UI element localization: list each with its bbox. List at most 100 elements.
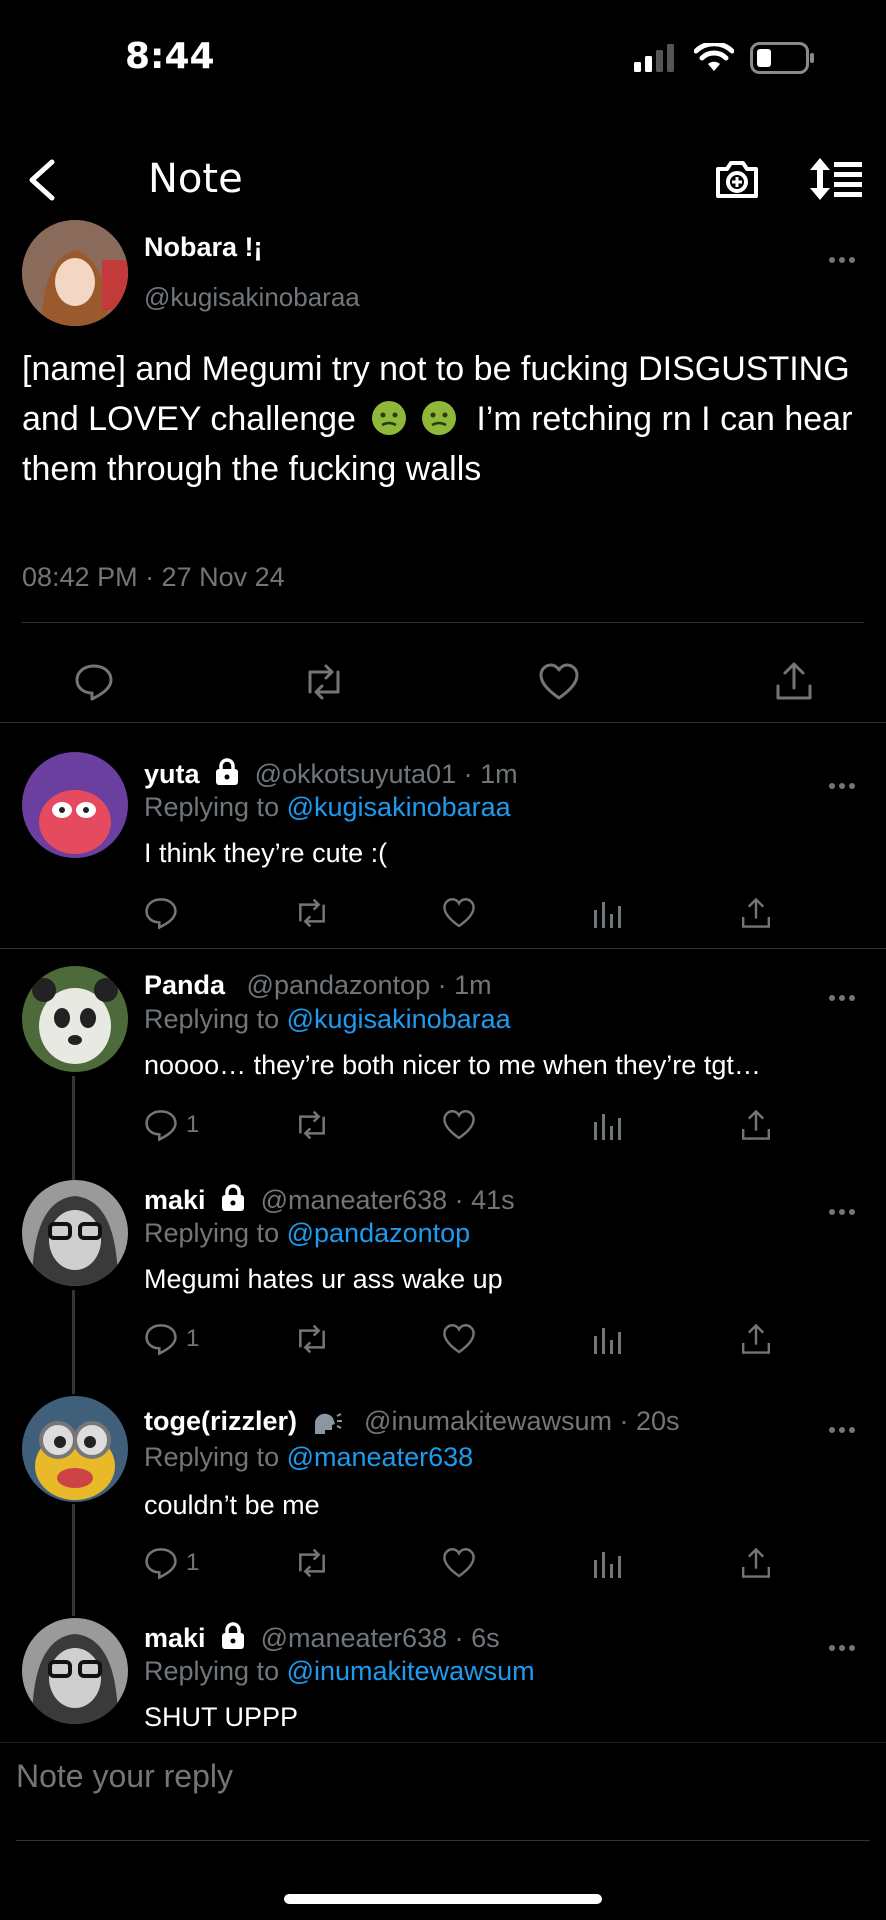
replying-to: Replying to @pandazontop	[144, 1218, 470, 1249]
share-button[interactable]	[740, 1108, 772, 1142]
avatar[interactable]	[22, 1396, 128, 1502]
heart-icon	[443, 1324, 475, 1354]
sort-replies-button[interactable]	[808, 154, 864, 209]
repost-icon	[299, 898, 325, 928]
reply-header: toge(rizzler) @inumakitewawsum · 20s	[144, 1406, 680, 1437]
share-button[interactable]	[740, 1322, 772, 1356]
like-button[interactable]	[442, 896, 476, 930]
more-options-button[interactable]	[828, 766, 856, 797]
more-options-button[interactable]	[828, 978, 856, 1009]
reply-text: noooo… they’re both nicer to me when the…	[144, 1050, 761, 1080]
reply-button[interactable]: 1	[144, 1546, 199, 1580]
bar-chart-icon	[594, 1328, 621, 1354]
reply-text: I think they’re cute :(	[144, 838, 388, 868]
avatar[interactable]	[22, 1618, 128, 1724]
more-icon	[829, 1209, 855, 1215]
repost-button[interactable]	[292, 1546, 332, 1580]
like-button[interactable]	[442, 1108, 476, 1142]
repost-button[interactable]	[292, 1108, 332, 1142]
more-options-button[interactable]	[828, 240, 856, 271]
divider	[0, 722, 886, 723]
status-time: 8:44	[125, 36, 215, 77]
lock-icon	[222, 1622, 245, 1649]
repost-button[interactable]	[292, 896, 332, 930]
repost-button[interactable]	[292, 1322, 332, 1356]
reply-button[interactable]: 1	[144, 1108, 199, 1142]
more-options-button[interactable]	[828, 1410, 856, 1441]
reply-author-name[interactable]: yuta	[144, 759, 200, 789]
replying-to-label: Replying to	[144, 1656, 280, 1686]
page-title: Note	[148, 156, 243, 202]
reply-author-handle[interactable]: @inumakitewawsum · 20s	[364, 1406, 680, 1436]
repost-button[interactable]	[300, 662, 348, 702]
reply-button[interactable]	[74, 662, 114, 702]
views-button[interactable]	[592, 1546, 622, 1580]
more-options-button[interactable]	[828, 1192, 856, 1223]
heart-icon	[443, 898, 475, 928]
reply-header: maki @maneater638 · 6s	[144, 1622, 500, 1654]
author-handle[interactable]: @kugisakinobaraa	[144, 282, 360, 313]
author-name[interactable]: Nobara !¡	[144, 232, 263, 263]
more-options-button[interactable]	[828, 1628, 856, 1659]
replying-to-link[interactable]: @maneater638	[287, 1442, 474, 1472]
avatar[interactable]	[22, 220, 128, 326]
bar-chart-icon	[594, 902, 621, 928]
lock-icon	[216, 758, 239, 785]
more-icon	[829, 1427, 855, 1433]
replying-to-label: Replying to	[144, 1442, 280, 1472]
more-icon	[829, 257, 855, 263]
reply-author-name[interactable]: maki	[144, 1623, 206, 1653]
reply-author-handle[interactable]: @maneater638 · 41s	[261, 1185, 515, 1215]
reply-input[interactable]	[16, 1758, 856, 1795]
heart-icon	[443, 1110, 475, 1140]
reply-author-handle[interactable]: @okkotsuyuta01 · 1m	[255, 759, 518, 789]
share-button[interactable]	[774, 660, 814, 702]
thread-line	[72, 1076, 75, 1180]
replying-to-link[interactable]: @inumakitewawsum	[287, 1656, 535, 1686]
views-button[interactable]	[592, 1322, 622, 1356]
post-text: [name] and Megumi try not to be fucking …	[22, 344, 872, 494]
reply-count: 1	[186, 1111, 200, 1138]
nav-bar: Note	[0, 140, 886, 220]
reply-text: SHUT UPPP	[144, 1702, 299, 1732]
post-timestamp: 08:42 PM · 27 Nov 24	[22, 562, 285, 592]
share-button[interactable]	[740, 1546, 772, 1580]
replying-to-link[interactable]: @kugisakinobaraa	[287, 792, 511, 822]
reply-author-handle[interactable]: @pandazontop · 1m	[247, 970, 492, 1000]
reply-button[interactable]	[144, 896, 186, 930]
repost-icon	[299, 1324, 325, 1354]
back-button[interactable]	[22, 152, 70, 208]
like-button[interactable]	[442, 1322, 476, 1356]
divider	[22, 622, 864, 623]
replying-to: Replying to @inumakitewawsum	[144, 1656, 535, 1687]
views-button[interactable]	[592, 1108, 622, 1142]
bar-chart-icon	[594, 1552, 621, 1578]
repost-icon	[299, 1548, 325, 1578]
share-icon	[776, 662, 812, 700]
like-button[interactable]	[538, 662, 580, 702]
replying-to: Replying to @kugisakinobaraa	[144, 1004, 511, 1035]
comment-icon	[145, 1324, 177, 1356]
reply-author-handle[interactable]: @maneater638 · 6s	[261, 1623, 500, 1653]
reply-author-name[interactable]: toge(rizzler)	[144, 1406, 297, 1436]
reply-author-name[interactable]: Panda	[144, 970, 225, 1000]
divider	[0, 1742, 886, 1743]
reply-author-name[interactable]: maki	[144, 1185, 206, 1215]
divider	[16, 1840, 870, 1841]
camera-button[interactable]	[712, 154, 762, 209]
replying-to-link[interactable]: @pandazontop	[287, 1218, 471, 1248]
avatar[interactable]	[22, 966, 128, 1072]
comment-icon	[75, 664, 113, 701]
speaking-head-icon	[314, 1413, 342, 1434]
avatar[interactable]	[22, 752, 128, 858]
replying-to-link[interactable]: @kugisakinobaraa	[287, 1004, 511, 1034]
comment-icon	[145, 898, 177, 930]
replying-to-label: Replying to	[144, 1004, 280, 1034]
avatar[interactable]	[22, 1180, 128, 1286]
like-button[interactable]	[442, 1546, 476, 1580]
views-button[interactable]	[592, 896, 622, 930]
share-button[interactable]	[740, 896, 772, 930]
reply-button[interactable]: 1	[144, 1322, 199, 1356]
home-indicator[interactable]	[284, 1894, 602, 1904]
heart-icon	[443, 1548, 475, 1578]
